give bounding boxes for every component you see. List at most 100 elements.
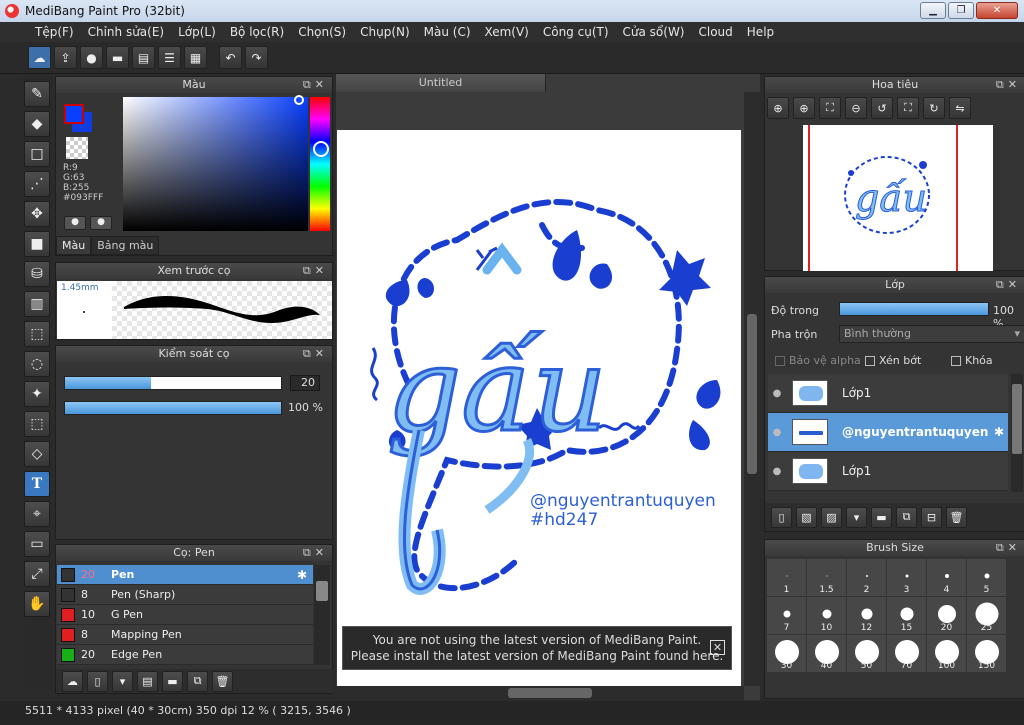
visibility-icon[interactable]: ●: [768, 388, 786, 399]
lock-option[interactable]: Khóa: [951, 354, 993, 367]
rotate-left-icon[interactable]: ↺: [871, 97, 893, 119]
panel-controls[interactable]: ⧉✕: [303, 346, 328, 362]
picker-marker[interactable]: [294, 95, 304, 105]
delete-icon[interactable]: 🗑: [212, 670, 233, 692]
move-tool-icon[interactable]: ✥: [24, 201, 50, 227]
brush-size-cell[interactable]: 100: [927, 635, 966, 672]
redo-icon[interactable]: ↷: [245, 46, 268, 69]
transparent-color-swatch[interactable]: [66, 137, 88, 159]
bucket-tool-icon[interactable]: ⛁: [24, 261, 50, 287]
fill-rect-tool-icon[interactable]: ■: [24, 231, 50, 257]
menu-tools[interactable]: Công cụ(T): [536, 25, 616, 39]
brush-size-cell[interactable]: 30: [767, 635, 806, 672]
brush-size-cell[interactable]: 12: [847, 597, 886, 634]
layer-scrollbar[interactable]: [1011, 374, 1023, 492]
brush-size-cell[interactable]: 40: [807, 635, 846, 672]
gear-icon[interactable]: ✱: [297, 568, 307, 582]
eraser-tool-icon[interactable]: ◆: [24, 111, 50, 137]
menu-filter[interactable]: Bộ lọc(R): [223, 25, 291, 39]
panel-controls[interactable]: ⧉✕: [996, 540, 1021, 556]
flip-icon[interactable]: ⇋: [949, 97, 971, 119]
protect-alpha-option[interactable]: Bảo vệ alpha: [775, 354, 861, 367]
new-1bit-layer-icon[interactable]: ▨: [821, 506, 842, 528]
brush-item[interactable]: 8 Pen (Sharp): [57, 585, 313, 605]
brush-item[interactable]: 20 Pen ✱: [57, 565, 313, 585]
visibility-icon[interactable]: ●: [768, 427, 786, 438]
chat-icon[interactable]: ▬: [106, 46, 129, 69]
cloud-icon[interactable]: ☁: [28, 46, 51, 69]
rotate-right-icon[interactable]: ↻: [923, 97, 945, 119]
page-icon[interactable]: ▤: [132, 46, 155, 69]
new-layer-icon[interactable]: ▯: [771, 506, 792, 528]
brush-size-cell[interactable]: 2: [847, 559, 886, 596]
add-layer-menu-icon[interactable]: ▾: [846, 506, 867, 528]
menu-edit[interactable]: Chỉnh sửa(E): [81, 25, 172, 39]
new-halftone-layer-icon[interactable]: ▧: [796, 506, 817, 528]
operation-tool-icon[interactable]: ⌖: [24, 501, 50, 527]
tab-palette[interactable]: Bảng màu: [91, 236, 160, 255]
blend-mode-select[interactable]: Bình thường ▾: [839, 325, 1024, 343]
palette-option-icon[interactable]: ●: [90, 216, 112, 230]
canvas[interactable]: gấu @nguyentrantuquyen #hd247: [337, 130, 741, 686]
brush-size-cell[interactable]: 7: [767, 597, 806, 634]
cloud-brush-icon[interactable]: ☁: [62, 670, 83, 692]
new-brush-icon[interactable]: ▯: [87, 670, 108, 692]
brush-settings-icon[interactable]: ▤: [137, 670, 158, 692]
brush-size-cell[interactable]: 1.5: [807, 559, 846, 596]
brush-list-scrollbar[interactable]: [314, 565, 330, 665]
visibility-icon[interactable]: ●: [768, 466, 786, 477]
brush-size-cell[interactable]: 20: [927, 597, 966, 634]
grid-icon[interactable]: ▦: [184, 46, 207, 69]
minimize-button[interactable]: ▁: [920, 2, 946, 19]
update-notice[interactable]: You are not using the latest version of …: [342, 626, 732, 670]
layer-item[interactable]: ● Lớp1: [768, 452, 1008, 491]
menu-color[interactable]: Màu (C): [417, 25, 478, 39]
navigator-thumbnail[interactable]: gấu: [803, 125, 993, 271]
panel-controls[interactable]: ⧉✕: [303, 545, 328, 561]
menu-snap[interactable]: Chụp(N): [353, 25, 417, 39]
menu-view[interactable]: Xem(V): [478, 25, 536, 39]
menu-cloud[interactable]: Cloud: [692, 25, 740, 39]
dot-tool-icon[interactable]: ⋰: [24, 171, 50, 197]
comment-icon[interactable]: ●: [80, 46, 103, 69]
rectangle-tool-icon[interactable]: □: [24, 141, 50, 167]
maximize-button[interactable]: ❐: [948, 2, 974, 19]
saturation-value-picker[interactable]: [123, 97, 308, 231]
brush-size-slider[interactable]: [64, 376, 282, 390]
duplicate-icon[interactable]: ⧉: [187, 670, 208, 692]
brush-size-cell[interactable]: 10: [807, 597, 846, 634]
merge-layer-icon[interactable]: ⊟: [921, 506, 942, 528]
clipping-option[interactable]: Xén bớt: [865, 354, 921, 367]
menu-window[interactable]: Cửa sổ(W): [616, 25, 692, 39]
brush-size-cell[interactable]: 15: [887, 597, 926, 634]
menu-file[interactable]: Tệp(F): [28, 25, 81, 39]
brush-size-cell[interactable]: 3: [887, 559, 926, 596]
layer-folder-icon[interactable]: ▬: [871, 506, 892, 528]
lasso-tool-icon[interactable]: ◌: [24, 351, 50, 377]
brush-size-cell[interactable]: 5: [967, 559, 1006, 596]
panel-controls[interactable]: ⧉✕: [303, 77, 328, 93]
brush-tool-icon[interactable]: ✎: [24, 81, 50, 107]
panel-controls[interactable]: ⧉✕: [996, 277, 1021, 293]
brush-opacity-slider[interactable]: [64, 401, 282, 415]
zoom-in-icon[interactable]: ⊕: [767, 97, 789, 119]
select-tool-icon[interactable]: ⬚: [24, 321, 50, 347]
panel-controls[interactable]: ⧉✕: [996, 77, 1021, 93]
zoom-out-icon[interactable]: ⊖: [845, 97, 867, 119]
brush-size-cell[interactable]: 25: [967, 597, 1006, 634]
brush-size-cell[interactable]: 1: [767, 559, 806, 596]
brush-size-cell[interactable]: 50: [847, 635, 886, 672]
brush-size-cell[interactable]: 4: [927, 559, 966, 596]
share-icon[interactable]: ⇪: [54, 46, 77, 69]
delete-layer-icon[interactable]: 🗑: [946, 506, 967, 528]
select-pen-tool-icon[interactable]: ⬚: [24, 411, 50, 437]
eyedropper-tool-icon[interactable]: ⤢: [24, 561, 50, 587]
text-tool-icon[interactable]: T: [24, 471, 50, 497]
panel-controls[interactable]: ⧉✕: [303, 263, 328, 279]
brush-size-cell[interactable]: 70: [887, 635, 926, 672]
close-button[interactable]: ✕: [976, 2, 1018, 19]
gear-icon[interactable]: ✱: [994, 425, 1004, 439]
select-eraser-tool-icon[interactable]: ◇: [24, 441, 50, 467]
duplicate-layer-icon[interactable]: ⧉: [896, 506, 917, 528]
list-icon[interactable]: ☰: [158, 46, 181, 69]
